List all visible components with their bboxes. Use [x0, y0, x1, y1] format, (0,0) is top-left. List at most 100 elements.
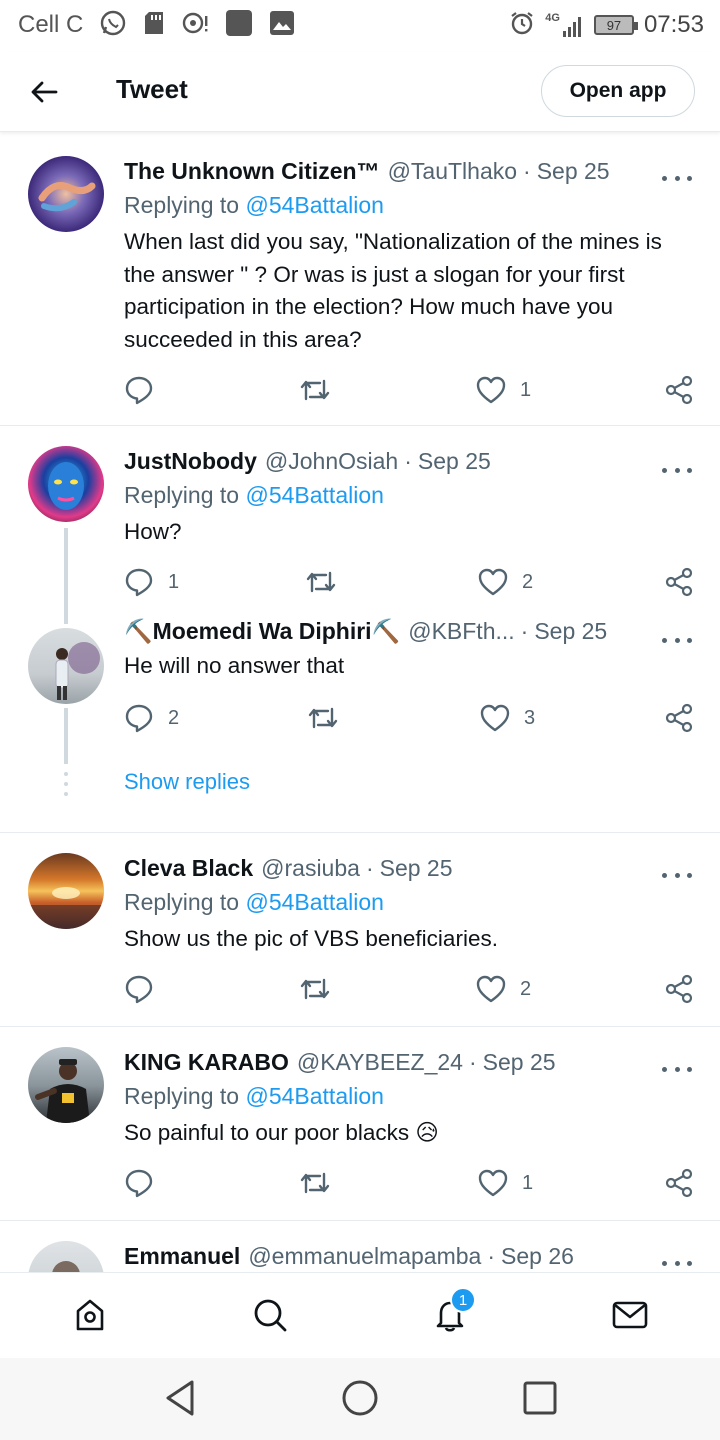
- reply-button[interactable]: [124, 971, 168, 1007]
- more-options-icon[interactable]: [662, 865, 692, 885]
- user-handle[interactable]: @rasiuba: [261, 855, 360, 882]
- tab-search[interactable]: [250, 1295, 290, 1335]
- retweet-button[interactable]: [298, 1165, 346, 1201]
- clock: 07:53: [643, 11, 704, 38]
- like-count: 3: [524, 706, 536, 729]
- show-replies-link[interactable]: Show replies: [124, 769, 250, 795]
- more-options-icon[interactable]: [662, 1059, 692, 1079]
- signal-icon: 4G: [545, 12, 584, 38]
- avatar[interactable]: [28, 628, 104, 704]
- tweet-date[interactable]: Sep 25: [534, 618, 607, 645]
- avatar[interactable]: [28, 156, 104, 232]
- avatar[interactable]: [28, 1047, 104, 1123]
- more-options-icon[interactable]: [662, 630, 692, 650]
- system-recents-button[interactable]: [520, 1378, 560, 1418]
- user-handle[interactable]: @emmanuelmapamba: [248, 1243, 481, 1270]
- replying-to-link[interactable]: @54Battalion: [245, 192, 383, 218]
- hotspot-icon: [181, 10, 209, 41]
- display-name[interactable]: The Unknown Citizen™: [124, 158, 380, 185]
- retweet-button[interactable]: [298, 372, 346, 408]
- user-handle[interactable]: @JohnOsiah: [265, 448, 398, 475]
- reply-button[interactable]: 1: [124, 564, 179, 600]
- user-handle[interactable]: @TauTlhako: [388, 158, 517, 185]
- like-button[interactable]: 2: [478, 564, 533, 600]
- replying-prefix: Replying to: [124, 192, 240, 218]
- tweet-date[interactable]: Sep 25: [483, 1049, 556, 1076]
- thread-dots: [64, 772, 68, 802]
- user-handle[interactable]: @KAYBEEZ_24: [297, 1049, 463, 1076]
- system-back-button[interactable]: [160, 1378, 200, 1418]
- replies-feed[interactable]: The Unknown Citizen™ @TauTlhako · Sep 25…: [0, 136, 720, 1272]
- replying-to-link[interactable]: @54Battalion: [245, 889, 383, 915]
- retweet-icon: [306, 571, 336, 593]
- retweet-button[interactable]: [306, 700, 354, 736]
- display-name[interactable]: KING KARABO: [124, 1049, 289, 1076]
- display-name[interactable]: JustNobody: [124, 448, 257, 475]
- tweet-header: Emmanuel @emmanuelmapamba · Sep 26: [124, 1241, 696, 1271]
- tweet-item[interactable]: Cleva Black @rasiuba · Sep 25 Replying t…: [0, 833, 720, 1027]
- replying-to: Replying to @54Battalion: [124, 482, 696, 512]
- share-icon: [665, 567, 693, 597]
- separator-dot: ·: [487, 1242, 496, 1269]
- replying-to-link[interactable]: @54Battalion: [245, 482, 383, 508]
- gallery-icon: [269, 10, 295, 41]
- share-button[interactable]: [664, 700, 694, 736]
- share-button[interactable]: [664, 372, 694, 408]
- user-handle[interactable]: @KBFth...: [408, 618, 514, 645]
- sd-card-icon: [143, 10, 165, 41]
- replying-to-link[interactable]: @54Battalion: [245, 1083, 383, 1109]
- retweet-button[interactable]: [304, 564, 352, 600]
- tweet-item[interactable]: Emmanuel @emmanuelmapamba · Sep 26: [0, 1221, 720, 1272]
- home-icon: [76, 1299, 104, 1331]
- like-button[interactable]: 1: [478, 1165, 533, 1201]
- retweet-icon: [300, 1172, 330, 1194]
- replying-prefix: Replying to: [124, 889, 240, 915]
- avatar[interactable]: [28, 1241, 104, 1272]
- like-button[interactable]: 2: [476, 971, 531, 1007]
- like-count: 2: [520, 977, 532, 1000]
- share-icon: [665, 703, 693, 733]
- retweet-button[interactable]: [298, 971, 346, 1007]
- replying-prefix: Replying to: [124, 1083, 240, 1109]
- separator-dot: ·: [520, 617, 529, 644]
- open-app-button[interactable]: Open app: [541, 65, 695, 117]
- avatar[interactable]: [28, 446, 104, 522]
- like-button[interactable]: 3: [480, 700, 535, 736]
- tweet-date[interactable]: Sep 26: [501, 1243, 574, 1270]
- tab-messages[interactable]: [610, 1295, 650, 1335]
- tweet-item[interactable]: JustNobody @JohnOsiah · Sep 25 Replying …: [0, 426, 720, 616]
- tweet-date[interactable]: Sep 25: [537, 158, 610, 185]
- more-options-icon[interactable]: [662, 460, 692, 480]
- more-options-icon[interactable]: [662, 1253, 692, 1272]
- tweet-header: The Unknown Citizen™ @TauTlhako · Sep 25: [124, 156, 696, 186]
- tweet-item[interactable]: KING KARABO @KAYBEEZ_24 · Sep 25 Replyin…: [0, 1027, 720, 1221]
- battery-icon: 97: [593, 15, 638, 35]
- thread-line: [64, 708, 68, 764]
- separator-dot: ·: [523, 157, 531, 184]
- reply-button[interactable]: [124, 1165, 168, 1201]
- tweet-header: ⛏️Moemedi Wa Diphiri⛏️ @KBFth... · Sep 2…: [124, 616, 696, 646]
- system-home-button[interactable]: [340, 1378, 380, 1418]
- back-button[interactable]: [26, 74, 62, 110]
- separator-dot: ·: [404, 447, 412, 474]
- share-button[interactable]: [664, 971, 694, 1007]
- display-name[interactable]: ⛏️Moemedi Wa Diphiri⛏️: [124, 618, 400, 645]
- display-name[interactable]: Cleva Black: [124, 855, 253, 882]
- reply-button[interactable]: [124, 372, 168, 408]
- reply-button[interactable]: 2: [124, 700, 179, 736]
- avatar[interactable]: [28, 853, 104, 929]
- tweet-date[interactable]: Sep 25: [380, 855, 453, 882]
- share-button[interactable]: [664, 564, 694, 600]
- tweet-item[interactable]: ⛏️Moemedi Wa Diphiri⛏️ @KBFth... · Sep 2…: [0, 616, 720, 833]
- tweet-date[interactable]: Sep 25: [418, 448, 491, 475]
- thread-line: [64, 528, 68, 616]
- like-button[interactable]: 1: [476, 372, 531, 408]
- heart-icon: [480, 704, 510, 732]
- reply-count: 1: [168, 570, 180, 593]
- tweet-item[interactable]: The Unknown Citizen™ @TauTlhako · Sep 25…: [0, 136, 720, 426]
- display-name[interactable]: Emmanuel: [124, 1243, 240, 1270]
- more-options-icon[interactable]: [662, 168, 692, 188]
- tweet-text: Show us the pic of VBS beneficiaries.: [124, 926, 498, 951]
- tab-home[interactable]: [70, 1295, 110, 1335]
- share-button[interactable]: [664, 1165, 694, 1201]
